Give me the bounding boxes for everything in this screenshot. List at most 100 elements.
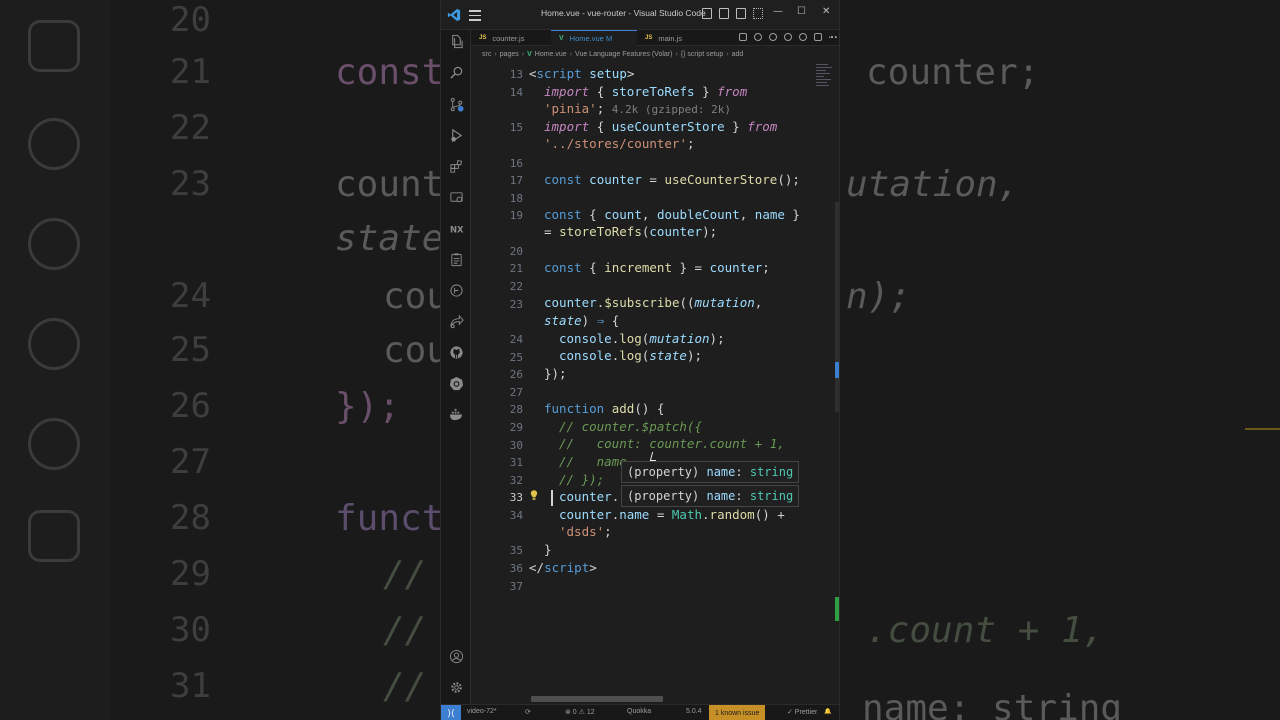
- background-code: n);: [846, 276, 912, 317]
- background-line-number: 28: [170, 498, 211, 538]
- background-code: name: string: [862, 688, 1123, 720]
- run-debug-icon[interactable]: [448, 127, 464, 143]
- background-code: funct: [335, 498, 444, 539]
- background-share-icon: [28, 218, 80, 270]
- breadcrumb-item-file[interactable]: Home.vue: [535, 51, 567, 58]
- git-branch[interactable]: video-72*: [467, 708, 497, 715]
- line-number: 24: [509, 333, 523, 346]
- background-kubernetes-icon: [28, 418, 80, 470]
- line-number: 16: [509, 157, 523, 170]
- toggle-panel-icon[interactable]: [719, 8, 729, 19]
- nx-icon[interactable]: NX: [448, 220, 464, 236]
- tab-main-js[interactable]: JS main.js: [637, 30, 707, 46]
- quokka-status[interactable]: Quokka: [627, 708, 651, 715]
- github-icon[interactable]: [448, 344, 464, 360]
- known-issue-badge[interactable]: 1 known issue: [709, 705, 766, 720]
- explorer-icon[interactable]: [448, 33, 464, 49]
- gear-icon[interactable]: [448, 679, 464, 695]
- toggle-secondary-sidebar-icon[interactable]: [736, 8, 746, 19]
- previous-change-icon[interactable]: [769, 33, 777, 41]
- vue-file-icon: V: [559, 35, 564, 42]
- svg-text:NX: NX: [449, 224, 463, 234]
- timeline-icon[interactable]: [448, 282, 464, 298]
- scroll-mark: [835, 597, 839, 621]
- minimap[interactable]: [816, 62, 834, 102]
- split-editor-icon[interactable]: [814, 33, 822, 41]
- source-control-icon[interactable]: [448, 96, 464, 112]
- background-line-number: 29: [170, 554, 211, 594]
- sync-icon[interactable]: ⟳: [525, 708, 531, 716]
- problems-indicator[interactable]: ⊗ 0 ⚠ 12: [565, 708, 595, 716]
- customize-layout-icon[interactable]: [753, 8, 763, 19]
- docker-icon[interactable]: [448, 406, 464, 422]
- background-code: //: [383, 610, 427, 651]
- menu-icon[interactable]: [469, 10, 481, 21]
- breadcrumb-item-symbol[interactable]: add: [732, 51, 744, 58]
- code-line: const counter = useCounterStore();: [544, 172, 800, 187]
- lightbulb-icon[interactable]: [530, 489, 538, 501]
- compare-icon[interactable]: [739, 33, 747, 41]
- maximize-button[interactable]: ☐: [797, 6, 806, 17]
- more-actions-icon[interactable]: [829, 36, 837, 40]
- line-number: 30: [509, 439, 523, 452]
- line-number: 26: [509, 368, 523, 381]
- go-back-icon[interactable]: [754, 33, 762, 41]
- next-change-icon[interactable]: [784, 33, 792, 41]
- mouse-cursor: [649, 452, 659, 461]
- background-clipboard-icon: [28, 20, 80, 72]
- share-icon[interactable]: [448, 313, 464, 329]
- line-number: 27: [509, 386, 523, 399]
- editor-tabs: JS counter.js V Home.vue M JS main.js: [471, 30, 839, 46]
- background-divider: [1245, 428, 1280, 430]
- code-line: console.log(state);: [559, 348, 703, 363]
- remote-indicator-icon[interactable]: ⟩⟨: [441, 705, 461, 720]
- line-number: 29: [509, 421, 523, 434]
- background-code: counter;: [866, 52, 1040, 93]
- js-file-icon: JS: [645, 35, 653, 41]
- notifications-icon[interactable]: 🔔: [824, 708, 831, 715]
- scroll-mark: [835, 362, 839, 378]
- account-icon[interactable]: [448, 648, 464, 664]
- background-docker-icon: [28, 510, 80, 562]
- remote-explorer-icon[interactable]: [448, 189, 464, 205]
- background-line-number: 23: [170, 164, 211, 204]
- prettier-status[interactable]: ✓ Prettier: [787, 708, 817, 716]
- code-line: import { storeToRefs } from: [544, 84, 748, 99]
- code-line: counter.: [559, 489, 620, 504]
- layout-controls: [702, 8, 763, 19]
- background-line-number: 26: [170, 386, 211, 426]
- code-line: import { useCounterStore } from: [544, 119, 778, 134]
- close-button[interactable]: ✕: [822, 6, 830, 17]
- tab-label: Home.vue M: [569, 34, 613, 43]
- breadcrumb-item-scope[interactable]: {} script setup: [681, 51, 723, 58]
- minimize-button[interactable]: —: [773, 6, 783, 17]
- clipboard-icon[interactable]: [448, 251, 464, 267]
- scrollbar-horizontal[interactable]: [531, 696, 663, 702]
- code-line: function add() {: [544, 401, 665, 416]
- tab-label: main.js: [658, 33, 683, 43]
- line-number: 22: [509, 280, 523, 293]
- kubernetes-icon[interactable]: [448, 375, 464, 391]
- code-editor[interactable]: 13 14 15 16 17 18 19 20 21 22 23 24 25 2…: [471, 62, 839, 696]
- background-line-number: 27: [170, 442, 211, 482]
- background-github-icon: [28, 318, 80, 370]
- breadcrumb-item-src[interactable]: src: [482, 51, 491, 58]
- scrollbar-thumb[interactable]: [835, 202, 839, 412]
- code-line: counter.name = Math.random() +: [559, 507, 785, 522]
- open-preview-icon[interactable]: [799, 33, 807, 41]
- tab-counter-js[interactable]: JS counter.js: [471, 30, 551, 46]
- tab-home-vue[interactable]: V Home.vue M: [551, 30, 637, 46]
- toggle-primary-sidebar-icon[interactable]: [702, 8, 712, 19]
- extensions-icon[interactable]: [448, 158, 464, 174]
- breadcrumb-item-features[interactable]: Vue Language Features (Volar): [575, 51, 672, 58]
- line-number: 33: [509, 491, 523, 504]
- search-icon[interactable]: [448, 64, 464, 80]
- line-number: 37: [509, 580, 523, 593]
- breadcrumb-item-pages[interactable]: pages: [500, 51, 519, 58]
- background-code: //: [383, 666, 427, 707]
- line-number: 36: [509, 562, 523, 575]
- version-indicator[interactable]: 5.0.4: [686, 708, 702, 715]
- code-line: // count: counter.count + 1,: [559, 436, 785, 451]
- scrollbar-vertical[interactable]: [834, 62, 839, 696]
- code-line: const { increment } = counter;: [544, 260, 770, 275]
